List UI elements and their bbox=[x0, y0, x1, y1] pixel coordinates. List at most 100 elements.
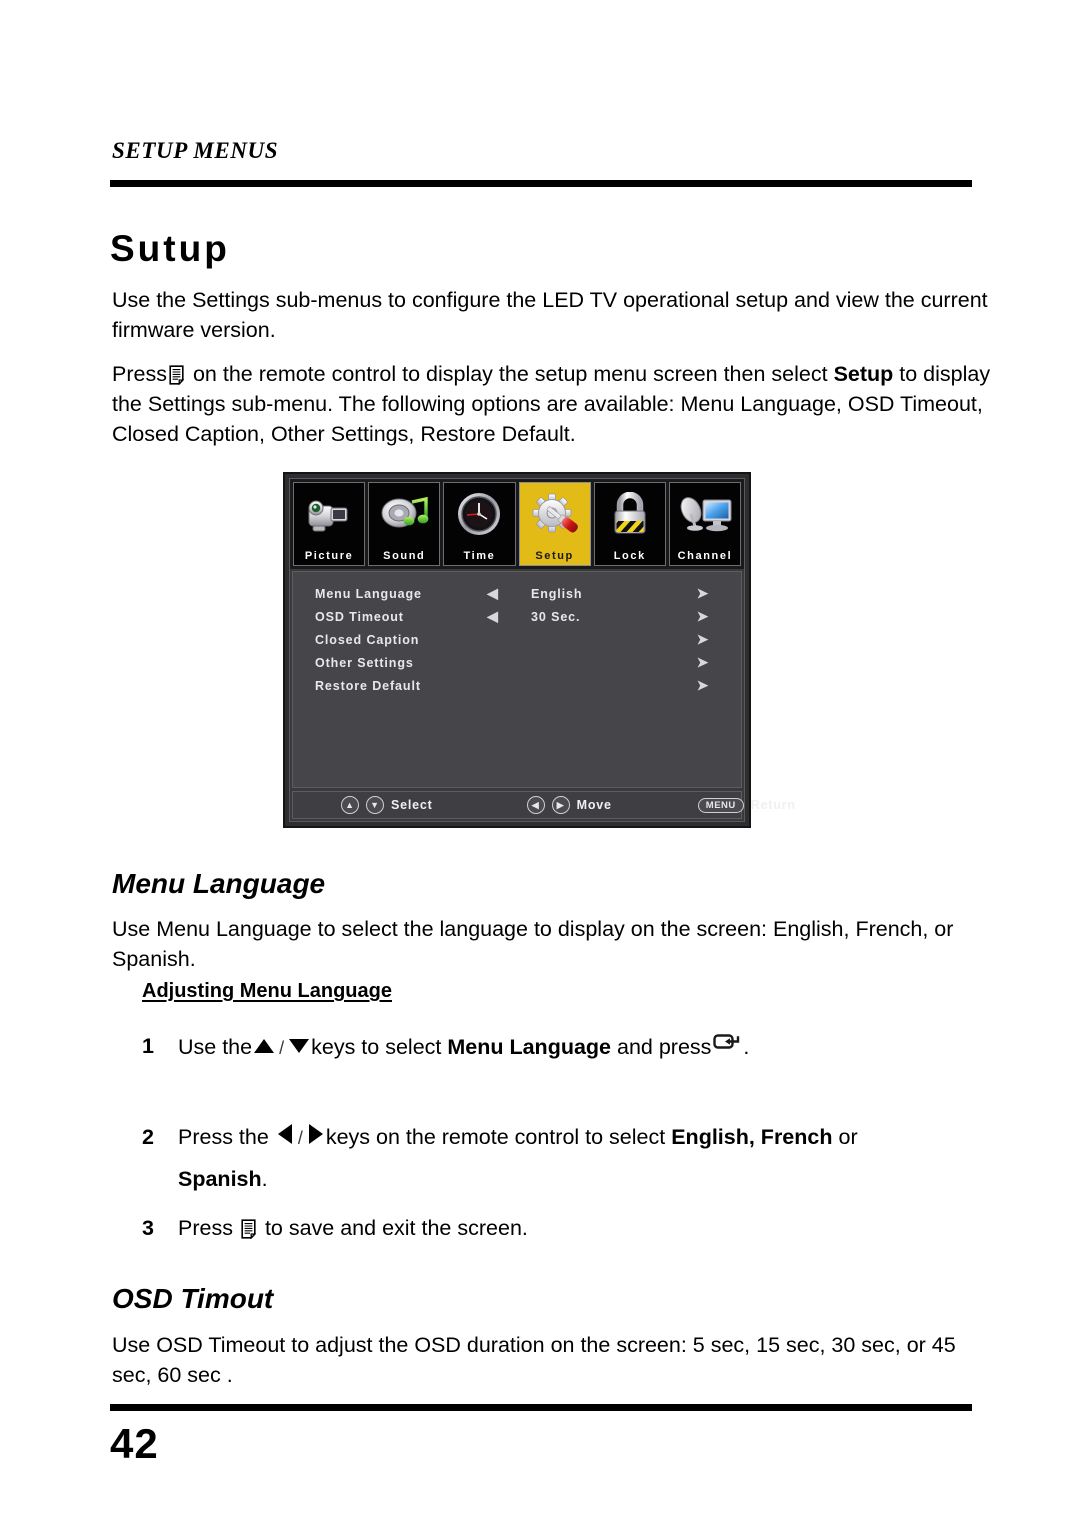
footer-rule bbox=[110, 1404, 972, 1411]
osd-tab-time[interactable]: Time bbox=[443, 482, 516, 566]
step1-text-end: . bbox=[743, 1035, 750, 1059]
running-head: SETUP MENUS bbox=[112, 138, 279, 163]
osd-help-move-label: Move bbox=[576, 798, 612, 812]
osd-row-label: Other Settings bbox=[315, 655, 414, 670]
menu-document-icon bbox=[241, 1219, 256, 1239]
osd-tab-lock[interactable]: Lock bbox=[593, 482, 666, 566]
osd-tab-picture[interactable]: Picture bbox=[293, 482, 366, 566]
section-heading-menu-language: Menu Language bbox=[112, 868, 326, 899]
osd-settings-list: Menu Language ◀ English ➤ OSD Timeout ◀ … bbox=[292, 571, 742, 788]
satellite-dish-monitor-icon bbox=[670, 485, 740, 545]
manual-page: SETUP MENUS Sutup Use the Settings sub-m… bbox=[0, 0, 1080, 1529]
intro-p2-text-2: on the remote control to display the set… bbox=[192, 362, 828, 386]
osd-help-return-label: Return bbox=[750, 798, 796, 812]
osd-row-label: OSD Timeout bbox=[315, 609, 404, 624]
step-number: 3 bbox=[142, 1216, 154, 1240]
intro-p2-text-1: Press bbox=[112, 362, 167, 386]
menu-document-icon bbox=[169, 365, 184, 385]
osd-help-move: ◀ ▶ Move bbox=[526, 796, 612, 814]
step-text: Press to save and exit the screen. bbox=[178, 1213, 982, 1243]
speaker-music-note-icon bbox=[369, 485, 439, 545]
step-1: 1 Use the / keys to select Menu Language a… bbox=[142, 1031, 982, 1063]
right-arrow-icon[interactable]: ➤ bbox=[673, 631, 733, 648]
right-arrow-icon[interactable]: ➤ bbox=[673, 654, 733, 671]
osd-tab-label: Picture bbox=[304, 550, 354, 562]
osd-tab-label: Setup bbox=[535, 550, 574, 562]
padlock-icon bbox=[595, 485, 665, 545]
right-arrow-icon[interactable]: ➤ bbox=[673, 585, 733, 602]
step1-separator: / bbox=[279, 1038, 285, 1058]
osd-screenshot: Picture Sound Time Setup Lock Channel Me… bbox=[283, 472, 795, 828]
osd-tab-strip: Picture Sound Time Setup Lock Channel bbox=[290, 479, 744, 569]
menu-keycap-icon: MENU bbox=[697, 797, 744, 813]
step1-text-after: and press bbox=[617, 1035, 712, 1059]
step3-text-after: to save and exit the screen. bbox=[264, 1216, 528, 1240]
camcorder-icon bbox=[294, 485, 364, 545]
step-3: 3 Press to save and exit the screen. bbox=[142, 1213, 982, 1243]
intro-paragraph-2: Press on the remote control to display t… bbox=[112, 359, 992, 449]
up-arrow-keycap-icon: ▲ bbox=[341, 796, 359, 814]
step-text: Press the / keys on the remote control to… bbox=[178, 1122, 982, 1153]
enter-key-icon bbox=[713, 1031, 743, 1051]
step1-text-before: Use the bbox=[178, 1035, 253, 1059]
osd-help-return: MENU Return bbox=[697, 797, 796, 813]
intro-p2-bold: Setup bbox=[833, 362, 894, 386]
left-arrow-icon[interactable]: ◀ bbox=[463, 608, 523, 625]
step2-text-after: or bbox=[838, 1125, 858, 1149]
osd-tab-setup[interactable]: Setup bbox=[518, 482, 591, 566]
osd-row-osd-timeout[interactable]: OSD Timeout ◀ 30 Sec. ➤ bbox=[293, 605, 741, 628]
right-arrow-icon[interactable]: ➤ bbox=[673, 677, 733, 694]
subheading-adjusting-menu-language: Adjusting Menu Language bbox=[142, 980, 392, 1002]
osd-help-bar: ▲ ▼ Select ◀ ▶ Move MENU Return bbox=[292, 791, 795, 819]
step1-text-middle: keys to select bbox=[311, 1035, 442, 1059]
clock-icon bbox=[444, 485, 514, 545]
down-triangle-icon bbox=[288, 1033, 310, 1063]
osd-row-label: Restore Default bbox=[315, 678, 421, 693]
page-number: 42 bbox=[110, 1420, 159, 1467]
osd-row-menu-language[interactable]: Menu Language ◀ English ➤ bbox=[293, 582, 741, 605]
osd-row-label: Closed Caption bbox=[315, 632, 420, 647]
osd-tab-label: Time bbox=[463, 550, 496, 562]
section-heading-osd-timout: OSD Timout bbox=[112, 1283, 274, 1314]
step2-text-before: Press the bbox=[178, 1125, 269, 1149]
osd-row-restore-default[interactable]: Restore Default ➤ bbox=[293, 674, 741, 697]
osd-tab-label: Channel bbox=[677, 550, 733, 562]
step2-text-middle: keys on the remote control to select bbox=[325, 1125, 666, 1149]
osd-tab-label: Sound bbox=[383, 550, 426, 562]
step3-text-before: Press bbox=[178, 1216, 233, 1240]
step2-bold-term: English, French bbox=[671, 1125, 833, 1149]
step2-separator: / bbox=[297, 1128, 303, 1148]
step-text: Use the / keys to select Menu Language and… bbox=[178, 1031, 982, 1063]
up-triangle-icon bbox=[253, 1033, 275, 1063]
osd-row-other-settings[interactable]: Other Settings ➤ bbox=[293, 651, 741, 674]
osd-row-closed-caption[interactable]: Closed Caption ➤ bbox=[293, 628, 741, 651]
osd-row-value: English bbox=[531, 586, 583, 601]
step2-continued-bold-term: Spanish bbox=[178, 1167, 262, 1191]
step-2-continued: Spanish. bbox=[178, 1164, 1018, 1194]
osd-inner-frame: Picture Sound Time Setup Lock Channel Me… bbox=[289, 478, 795, 822]
left-arrow-icon[interactable]: ◀ bbox=[463, 585, 523, 602]
osd-row-label: Menu Language bbox=[315, 586, 422, 601]
osd-timout-description: Use OSD Timeout to adjust the OSD durati… bbox=[112, 1333, 956, 1387]
right-arrow-icon[interactable]: ➤ bbox=[673, 608, 733, 625]
page-title: Sutup bbox=[110, 228, 230, 269]
step-number: 2 bbox=[142, 1125, 154, 1149]
step1-bold-term: Menu Language bbox=[447, 1035, 612, 1059]
right-arrow-keycap-icon: ▶ bbox=[551, 796, 570, 814]
step-2: 2 Press the / keys on the remote control … bbox=[142, 1122, 982, 1153]
intro-paragraph-1: Use the Settings sub-menus to configure … bbox=[112, 288, 988, 342]
down-arrow-keycap-icon: ▼ bbox=[366, 796, 384, 814]
gear-screwdriver-icon bbox=[520, 485, 590, 545]
step-number: 1 bbox=[142, 1034, 154, 1058]
osd-row-value: 30 Sec. bbox=[531, 609, 581, 624]
left-arrow-keycap-icon: ◀ bbox=[526, 796, 545, 814]
menu-language-description: Use Menu Language to select the language… bbox=[112, 917, 954, 971]
left-triangle-icon bbox=[276, 1123, 294, 1153]
step2-continued-text-after: . bbox=[261, 1167, 268, 1191]
osd-tab-channel[interactable]: Channel bbox=[668, 482, 742, 566]
osd-help-select: ▲ ▼ Select bbox=[341, 796, 433, 814]
osd-tab-label: Lock bbox=[613, 550, 646, 562]
header-rule bbox=[110, 180, 972, 187]
osd-help-select-label: Select bbox=[391, 798, 433, 812]
osd-tab-sound[interactable]: Sound bbox=[368, 482, 441, 566]
